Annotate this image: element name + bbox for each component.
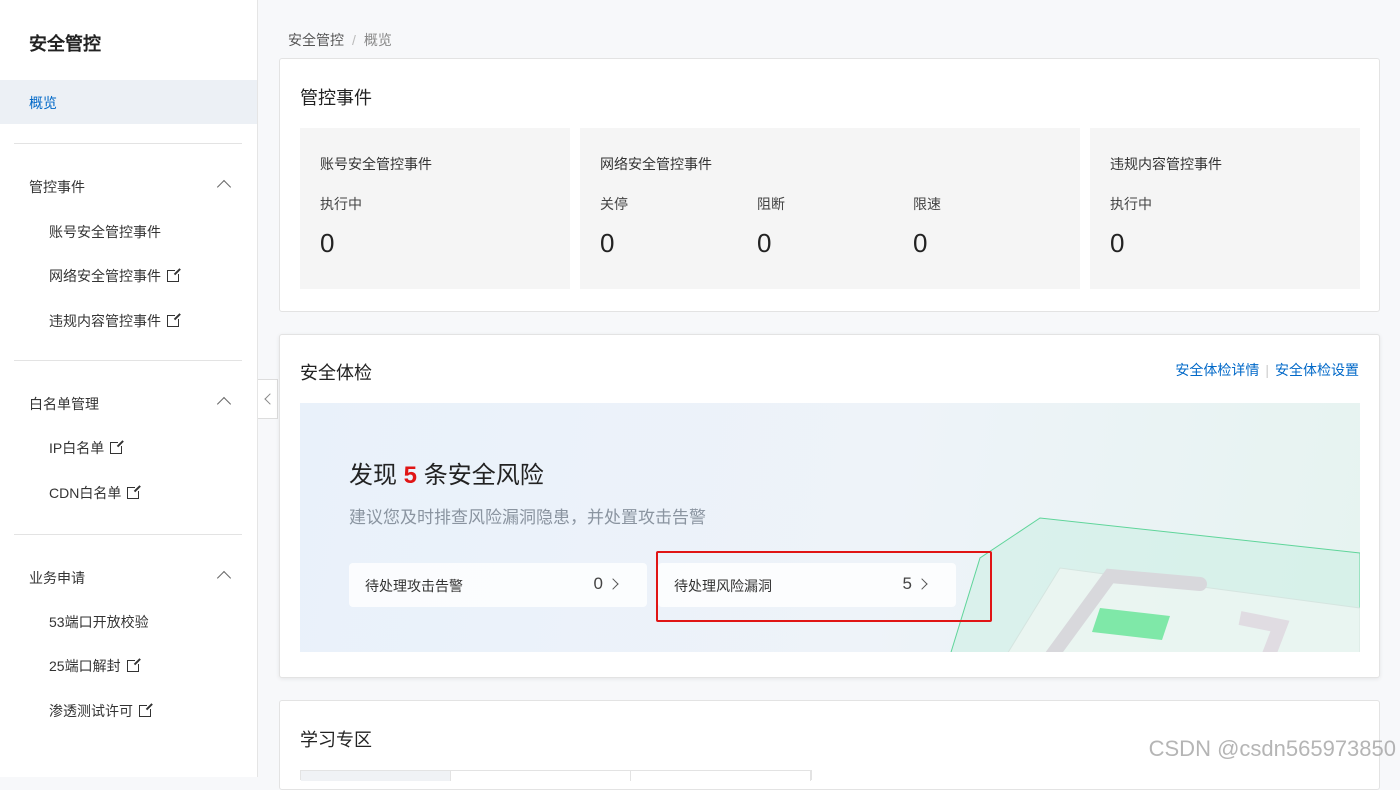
- sidebar-item-pentest[interactable]: 渗透测试许可: [49, 701, 153, 721]
- breadcrumb: 安全管控 / 概览: [288, 30, 392, 50]
- item-label: 53端口开放校验: [49, 614, 149, 630]
- stat-title: 违规内容管控事件: [1110, 156, 1222, 172]
- external-link-icon: [167, 313, 181, 327]
- sidebar-item-cdn-whitelist[interactable]: CDN白名单: [49, 483, 142, 503]
- pill-label: 待处理攻击告警: [365, 578, 463, 594]
- stat-value: 0: [320, 228, 335, 258]
- group-label: 白名单管理: [29, 396, 99, 412]
- item-label: 25端口解封: [49, 658, 121, 674]
- chevron-right-icon: [607, 578, 619, 590]
- sidebar-item-port25[interactable]: 25端口解封: [49, 656, 141, 676]
- breadcrumb-root[interactable]: 安全管控: [288, 32, 344, 48]
- sidebar-title: 安全管控: [29, 34, 101, 54]
- stat-label: 关停: [600, 196, 628, 212]
- tab[interactable]: [451, 771, 631, 781]
- stat-label: 阻断: [757, 196, 785, 212]
- stat-title: 账号安全管控事件: [320, 156, 432, 172]
- watermark: CSDN @csdn565973850: [1148, 736, 1396, 761]
- card-title: 学习专区: [300, 730, 372, 750]
- chevron-up-icon: [216, 396, 232, 412]
- item-label: 违规内容管控事件: [49, 313, 161, 329]
- stat-label: 限速: [913, 196, 941, 212]
- external-link-icon: [127, 485, 142, 499]
- highlight-box: [656, 551, 992, 622]
- sidebar-item-port53[interactable]: 53端口开放校验: [49, 612, 149, 632]
- learning-tabs: [300, 770, 812, 781]
- sidebar-item-content-events[interactable]: 违规内容管控事件: [49, 311, 181, 331]
- events-card: 管控事件 账号安全管控事件 执行中 0 网络安全管控事件 关停 0 阻断 0 限…: [279, 58, 1380, 312]
- sidebar-group-applications[interactable]: 业务申请: [29, 568, 232, 588]
- breadcrumb-current: 概览: [363, 32, 392, 48]
- item-label: 账号安全管控事件: [49, 224, 161, 240]
- card-title: 安全体检: [300, 363, 372, 383]
- sidebar: 安全管控 概览 管控事件 账号安全管控事件 网络安全管控事件 违规内容管控事件 …: [0, 0, 258, 777]
- group-label: 管控事件: [29, 179, 85, 195]
- stat-value: 0: [913, 228, 928, 258]
- stat-label: 执行中: [320, 196, 362, 212]
- item-label: 渗透测试许可: [49, 703, 133, 719]
- group-label: 业务申请: [29, 570, 85, 586]
- stat-label: 执行中: [1110, 196, 1152, 212]
- stat-value: 0: [600, 228, 615, 258]
- pill-count: 0: [593, 574, 603, 593]
- checkup-detail-link[interactable]: 安全体检详情: [1175, 362, 1259, 378]
- checkup-settings-link[interactable]: 安全体检设置: [1275, 362, 1359, 378]
- checkup-card: 安全体检 安全体检详情 | 安全体检设置 发现 5 条安全风险 建议您及时排查风险漏…: [279, 334, 1380, 678]
- sidebar-group-whitelist[interactable]: 白名单管理: [29, 394, 232, 414]
- divider: [14, 143, 242, 144]
- sidebar-collapse-button[interactable]: [258, 379, 278, 419]
- chevron-up-icon: [216, 179, 232, 195]
- card-title: 管控事件: [300, 88, 372, 108]
- risk-heading: 发现 5 条安全风险: [349, 462, 544, 489]
- item-label: 网络安全管控事件: [49, 268, 161, 284]
- risk-count: 5: [403, 462, 418, 489]
- item-label: IP白名单: [49, 440, 105, 456]
- network-events-stat[interactable]: 网络安全管控事件 关停 0 阻断 0 限速 0: [580, 128, 1080, 289]
- breadcrumb-separator: /: [352, 32, 356, 48]
- stat-value: 0: [757, 228, 772, 258]
- external-link-icon: [167, 268, 181, 282]
- risk-subtitle: 建议您及时排查风险漏洞隐患，并处置攻击告警: [349, 508, 706, 527]
- sidebar-item-overview[interactable]: 概览: [0, 80, 257, 124]
- external-link-icon: [126, 658, 141, 672]
- stat-value: 0: [1110, 228, 1125, 258]
- sidebar-group-events[interactable]: 管控事件: [29, 177, 232, 197]
- sidebar-item-network-events[interactable]: 网络安全管控事件: [49, 266, 181, 286]
- divider: [14, 534, 242, 535]
- stat-title: 网络安全管控事件: [600, 156, 712, 172]
- pending-alerts-button[interactable]: 待处理攻击告警 0: [349, 563, 647, 607]
- account-events-stat[interactable]: 账号安全管控事件 执行中 0: [300, 128, 570, 289]
- content-events-stat[interactable]: 违规内容管控事件 执行中 0: [1090, 128, 1360, 289]
- item-label: CDN白名单: [49, 485, 122, 501]
- sidebar-item-ip-whitelist[interactable]: IP白名单: [49, 438, 125, 458]
- tab[interactable]: [301, 771, 451, 781]
- tab[interactable]: [631, 771, 811, 781]
- chevron-left-icon: [264, 393, 276, 405]
- sidebar-item-account-events[interactable]: 账号安全管控事件: [49, 222, 161, 242]
- chevron-up-icon: [216, 570, 232, 586]
- divider: [14, 360, 242, 361]
- external-link-icon: [110, 440, 125, 454]
- external-link-icon: [139, 703, 153, 717]
